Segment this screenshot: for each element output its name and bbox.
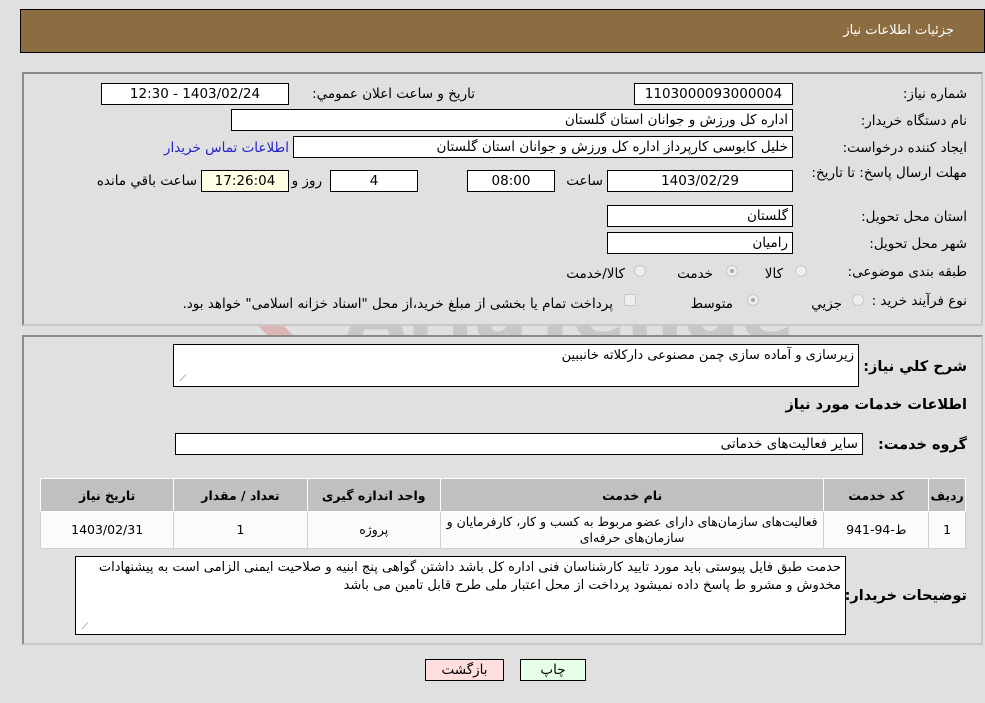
col-quantity: تعداد / مقدار xyxy=(173,478,308,512)
col-unit: واحد اندازه گیری xyxy=(306,478,441,512)
buyer-notes-textarea[interactable]: حدمت طبق فایل پیوستی باید مورد تایید کار… xyxy=(75,556,846,635)
deadline-time-field: 08:00 xyxy=(467,170,555,192)
row-unit: پروژه xyxy=(306,511,441,549)
treasury-checkbox[interactable] xyxy=(624,294,636,306)
purchase-radio-medium[interactable] xyxy=(747,294,759,306)
col-date: تاریخ نیاز xyxy=(39,478,175,512)
services-table: ردیف کد خدمت نام خدمت واحد اندازه گیری ت… xyxy=(39,478,966,549)
back-button[interactable]: بازگشت xyxy=(425,659,504,681)
row-index: 1 xyxy=(928,511,966,549)
buyer-org-label: نام دستگاه خریدار: xyxy=(860,113,967,129)
services-section-title: اطلاعات خدمات مورد نیاز xyxy=(785,397,967,413)
city-label: شهر محل تحویل: xyxy=(869,236,967,252)
time-remaining-label: ساعت باقي مانده xyxy=(96,173,197,189)
page-title: جزئیات اطلاعات نیاز xyxy=(843,23,954,38)
summary-textarea[interactable]: زیرسازی و آماده سازی چمن مصنوعی دارکلاته… xyxy=(173,344,859,387)
days-label: روز و xyxy=(291,173,322,189)
time-remaining-field: 17:26:04 xyxy=(201,170,289,192)
category-option-goods-service: کالا/خدمت xyxy=(566,266,625,282)
row-code: ط-94-941 xyxy=(823,511,930,549)
province-label: استان محل تحویل: xyxy=(861,209,967,225)
announce-datetime-label: تاریخ و ساعت اعلان عمومي: xyxy=(312,86,475,102)
purchase-type-label: نوع فرآیند خرید : xyxy=(871,293,967,309)
buyer-notes-text: حدمت طبق فایل پیوستی باید مورد تایید کار… xyxy=(98,560,841,593)
resize-grip-icon[interactable]: ⟋ xyxy=(78,622,88,632)
deadline-time-label: ساعت xyxy=(566,173,603,189)
summary-label: شرح کلي نیاز: xyxy=(863,359,967,375)
row-date: 1403/02/31 xyxy=(39,511,175,549)
col-code: کد خدمت xyxy=(823,478,930,512)
service-group-label: گروه خدمت: xyxy=(877,437,967,453)
category-option-goods: کالا xyxy=(764,266,783,282)
need-number-label: شماره نیاز: xyxy=(902,86,967,102)
purchase-radio-minor[interactable] xyxy=(852,294,864,306)
days-remaining-field: 4 xyxy=(330,170,418,192)
page-header: جزئیات اطلاعات نیاز xyxy=(20,9,985,53)
category-radio-goods[interactable] xyxy=(795,265,807,277)
service-group-field: سایر فعالیت‌های خدماتی xyxy=(175,433,863,455)
summary-text: زیرسازی و آماده سازی چمن مصنوعی دارکلاته… xyxy=(561,348,854,363)
purchase-option-medium: متوسط xyxy=(690,296,733,312)
province-field: گلستان xyxy=(607,205,793,227)
purchase-option-minor: جزيي xyxy=(811,296,842,312)
category-radio-service[interactable] xyxy=(726,265,738,277)
city-field: رامیان xyxy=(607,232,793,254)
services-table-header: ردیف کد خدمت نام خدمت واحد اندازه گیری ت… xyxy=(39,478,966,512)
print-button[interactable]: چاپ xyxy=(520,659,586,681)
buyer-contact-link[interactable]: اطلاعات تماس خریدار xyxy=(164,140,289,156)
resize-grip-icon[interactable]: ⟋ xyxy=(176,374,186,384)
table-row: 1 ط-94-941 فعالیت‌های سازمان‌های دارای ع… xyxy=(39,511,966,549)
treasury-note: پرداخت تمام یا بخشی از مبلغ خرید،از محل … xyxy=(182,296,613,312)
col-name: نام خدمت xyxy=(439,478,825,512)
row-name: فعالیت‌های سازمان‌های دارای عضو مربوط به… xyxy=(439,511,825,549)
buyer-notes-label: توضیحات خریدار: xyxy=(844,588,967,604)
announce-datetime-field: 1403/02/24 - 12:30 xyxy=(101,83,289,105)
need-number-field: 1103000093000004 xyxy=(634,83,793,105)
buyer-org-field: اداره کل ورزش و جوانان استان گلستان xyxy=(231,109,793,131)
category-option-service: خدمت xyxy=(677,266,713,282)
row-quantity: 1 xyxy=(173,511,308,549)
category-radio-goods-service[interactable] xyxy=(634,265,646,277)
requester-label: ایجاد کننده درخواست: xyxy=(842,140,967,156)
requester-field: خلیل کابوسی کارپرداز اداره کل ورزش و جوا… xyxy=(293,136,793,158)
category-label: طبقه بندی موضوعی: xyxy=(847,264,967,280)
col-index: ردیف xyxy=(928,478,966,512)
deadline-date-field: 1403/02/29 xyxy=(607,170,793,192)
deadline-label: مهلت ارسال پاسخ: تا تاریخ: xyxy=(811,165,967,181)
